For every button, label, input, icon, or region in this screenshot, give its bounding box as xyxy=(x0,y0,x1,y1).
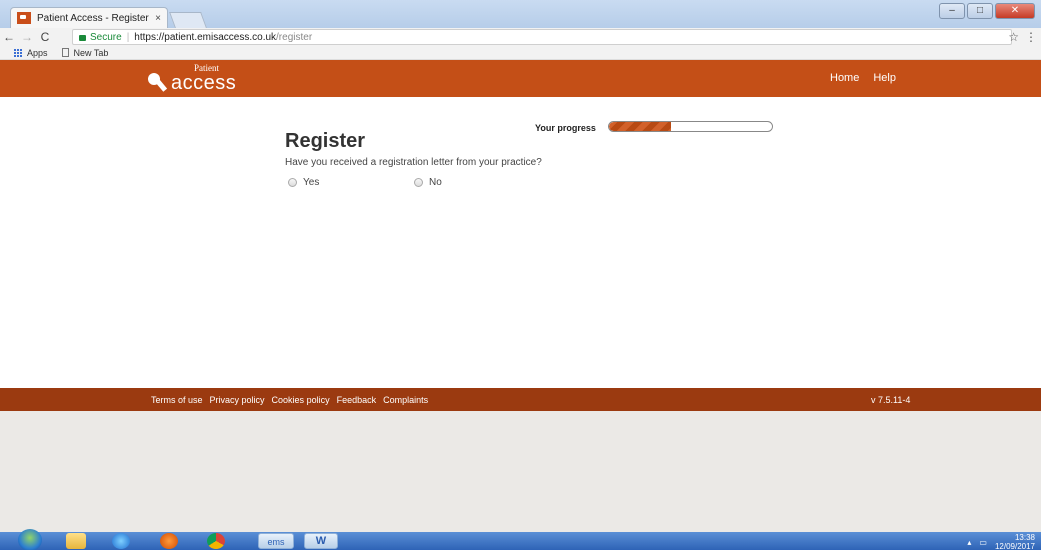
secure-label: Secure xyxy=(90,31,122,43)
clock-date: 12/09/2017 xyxy=(994,542,1035,550)
key-icon xyxy=(148,69,168,93)
radio-yes-label: Yes xyxy=(303,177,320,188)
apps-grid-icon xyxy=(14,48,22,57)
page-title: Register xyxy=(285,130,366,152)
address-bar[interactable]: Secure | https://patient.emisaccess.co.u… xyxy=(72,29,1012,45)
bookmark-new-tab[interactable]: New Tab xyxy=(74,48,109,58)
radio-no[interactable]: No xyxy=(414,177,442,188)
browser-tab-patient-access[interactable]: Patient Access - Register × xyxy=(10,7,168,28)
back-arrow-icon[interactable]: ← xyxy=(0,30,18,44)
footer-link-cookies[interactable]: Cookies policy xyxy=(272,395,330,405)
lock-icon xyxy=(79,35,86,41)
page-icon xyxy=(61,48,69,57)
footer-links: Terms of use Privacy policy Cookies poli… xyxy=(151,395,428,405)
site-nav: Home Help xyxy=(830,72,896,84)
forward-arrow-icon[interactable]: → xyxy=(18,30,36,44)
tray-arrow-icon[interactable]: ▴ xyxy=(967,538,971,547)
footer-link-complaints[interactable]: Complaints xyxy=(383,395,428,405)
url-host: https://patient.emisaccess.co.uk xyxy=(134,31,277,43)
progress-bar xyxy=(608,121,773,132)
reload-icon[interactable]: C xyxy=(36,30,54,44)
window-controls: – □ ✕ xyxy=(939,3,1035,19)
patient-access-logo[interactable]: Patient access xyxy=(148,64,236,93)
media-player-icon[interactable] xyxy=(160,533,178,549)
windows-taskbar: ems W ▴ ▭ 13:38 12/09/2017 xyxy=(0,529,1041,550)
clock[interactable]: 13:38 12/09/2017 xyxy=(995,533,1035,550)
tab-close-icon[interactable]: × xyxy=(155,13,161,24)
logo-big-text: access xyxy=(171,72,237,94)
progress-fill xyxy=(609,122,671,131)
browser-menu-icon[interactable]: ⋮ xyxy=(1025,30,1037,44)
nav-home-link[interactable]: Home xyxy=(830,72,859,84)
site-header: Patient access Home Help xyxy=(0,60,1041,97)
chrome-icon[interactable] xyxy=(207,533,225,549)
footer-link-feedback[interactable]: Feedback xyxy=(337,395,377,405)
browser-toolbar: ← → C Secure | https://patient.emisacces… xyxy=(0,28,1041,46)
patient-access-favicon-icon xyxy=(17,12,31,24)
bookmark-star-icon[interactable]: ☆ xyxy=(1008,30,1019,44)
footer-link-terms[interactable]: Terms of use xyxy=(151,395,203,405)
system-tray: ▴ ▭ 13:38 12/09/2017 xyxy=(967,533,1035,550)
page-background xyxy=(0,411,1041,532)
radio-no-circle[interactable] xyxy=(414,178,423,187)
progress-label: Your progress xyxy=(535,123,596,133)
site-footer: Terms of use Privacy policy Cookies poli… xyxy=(0,388,1041,411)
ems-app-icon[interactable]: ems xyxy=(258,533,294,549)
radio-yes[interactable]: Yes xyxy=(288,177,319,188)
internet-explorer-icon[interactable] xyxy=(112,533,130,549)
url-separator: | xyxy=(126,31,130,43)
clock-time: 13:38 xyxy=(1014,533,1035,542)
bookmarks-bar: Apps New Tab xyxy=(0,46,1041,60)
nav-help-link[interactable]: Help xyxy=(873,72,896,84)
footer-link-privacy[interactable]: Privacy policy xyxy=(210,395,265,405)
word-app-icon[interactable]: W xyxy=(304,533,338,549)
browser-titlebar: Patient Access - Register × – □ ✕ xyxy=(0,0,1041,28)
version-label: v 7.5.11-4 xyxy=(871,395,911,405)
file-explorer-icon[interactable] xyxy=(66,533,86,549)
radio-yes-circle[interactable] xyxy=(288,178,297,187)
network-icon[interactable]: ▭ xyxy=(979,538,987,547)
tab-title: Patient Access - Register xyxy=(37,12,149,24)
new-tab-button[interactable] xyxy=(169,12,207,28)
maximize-button[interactable]: □ xyxy=(967,3,993,19)
start-button[interactable] xyxy=(18,529,42,550)
radio-no-label: No xyxy=(429,177,442,188)
url-path: /register xyxy=(276,31,313,43)
close-window-button[interactable]: ✕ xyxy=(995,3,1035,19)
registration-question: Have you received a registration letter … xyxy=(285,157,542,168)
bookmark-apps[interactable]: Apps xyxy=(27,48,48,58)
minimize-button[interactable]: – xyxy=(939,3,965,19)
screen: Patient Access - Register × – □ ✕ ← → C … xyxy=(0,0,1041,550)
